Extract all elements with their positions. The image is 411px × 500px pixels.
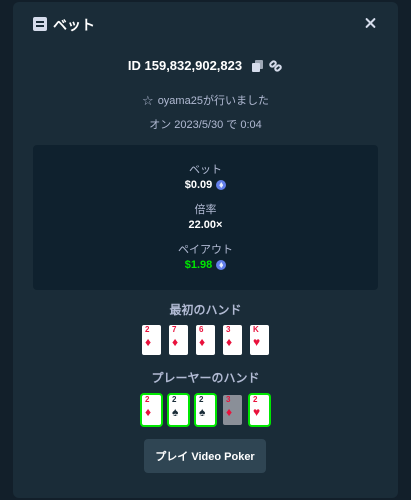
playing-card: K ♥ [250, 325, 269, 355]
playing-card-held: 2 ♠ [169, 395, 188, 425]
bet-date: オン 2023/5/30 で 0:04 [149, 119, 262, 131]
ethereum-icon [216, 260, 227, 270]
multiplier-stat: 倍率 22.00× [33, 201, 378, 231]
heart-suit-icon: ♥ [253, 405, 261, 419]
bet-id: ID 159,832,902,823 [127, 58, 243, 73]
payout-value: $1.98 [184, 259, 213, 271]
playing-card: 7 ♦ [169, 325, 188, 355]
heart-suit-icon: ♥ [253, 335, 261, 349]
first-hand-title: 最初のハンド [169, 303, 242, 317]
ethereum-icon [216, 180, 227, 190]
diamond-suit-icon: ♦ [226, 335, 233, 349]
card-rank: 7 [172, 325, 177, 334]
bet-slip-icon [33, 17, 47, 31]
bet-id-row: ID 159,832,902,823 [13, 58, 398, 73]
placed-by-row: ☆ oyama25が行いました [13, 92, 398, 108]
play-video-poker-button[interactable]: プレイ Video Poker [144, 439, 266, 473]
playing-card: 6 ♦ [196, 325, 215, 355]
card-rank: 6 [199, 325, 204, 334]
bet-stats-panel: ベット $0.09 倍率 22.00× ペイアウト $1.98 [33, 145, 378, 290]
bet-amount-stat: ベット $0.09 [33, 161, 378, 191]
first-hand-cards: 2 ♦ 7 ♦ 6 ♦ 3 ♦ K ♥ [13, 325, 398, 355]
bet-amount-value: $0.09 [184, 179, 213, 191]
bet-details-modal: ベット ID 159,832,902,823 ☆ oyama25が行いました オ… [13, 2, 398, 498]
copy-icon[interactable] [252, 59, 264, 72]
modal-title: ベット [53, 17, 95, 33]
playing-card-held: 2 ♦ [142, 395, 161, 425]
diamond-suit-icon: ♦ [199, 335, 206, 349]
playing-card-held: 2 ♥ [250, 395, 269, 425]
card-rank: 2 [145, 325, 150, 334]
spade-suit-icon: ♠ [199, 405, 206, 419]
multiplier-value: 22.00× [188, 219, 223, 231]
card-rank: 3 [226, 325, 231, 334]
placed-by-text: oyama25が行いました [157, 95, 269, 107]
payout-stat: ペイアウト $1.98 [33, 241, 378, 271]
card-rank: 2 [145, 395, 150, 404]
link-icon[interactable] [268, 58, 284, 73]
close-icon[interactable] [362, 14, 380, 32]
card-rank: 2 [253, 395, 258, 404]
card-rank: 2 [199, 395, 204, 404]
playing-card-held: 2 ♠ [196, 395, 215, 425]
modal-header: ベット [13, 2, 398, 46]
diamond-suit-icon: ♦ [145, 335, 152, 349]
card-rank: K [253, 325, 259, 334]
diamond-suit-icon: ♦ [145, 405, 152, 419]
player-hand-cards: 2 ♦ 2 ♠ 2 ♠ 3 ♦ 2 ♥ [13, 395, 398, 425]
diamond-suit-icon: ♦ [226, 405, 233, 419]
card-rank: 3 [226, 395, 231, 404]
multiplier-label: 倍率 [194, 204, 217, 216]
card-rank: 2 [172, 395, 177, 404]
diamond-suit-icon: ♦ [172, 335, 179, 349]
bet-amount-label: ベット [189, 164, 222, 176]
payout-label: ペイアウト [178, 244, 233, 256]
spade-suit-icon: ♠ [172, 405, 179, 419]
playing-card: 3 ♦ [223, 325, 242, 355]
playing-card-discarded: 3 ♦ [223, 395, 242, 425]
player-hand-title: プレーヤーのハンド [151, 371, 260, 385]
playing-card: 2 ♦ [142, 325, 161, 355]
star-icon: ☆ [142, 92, 154, 108]
